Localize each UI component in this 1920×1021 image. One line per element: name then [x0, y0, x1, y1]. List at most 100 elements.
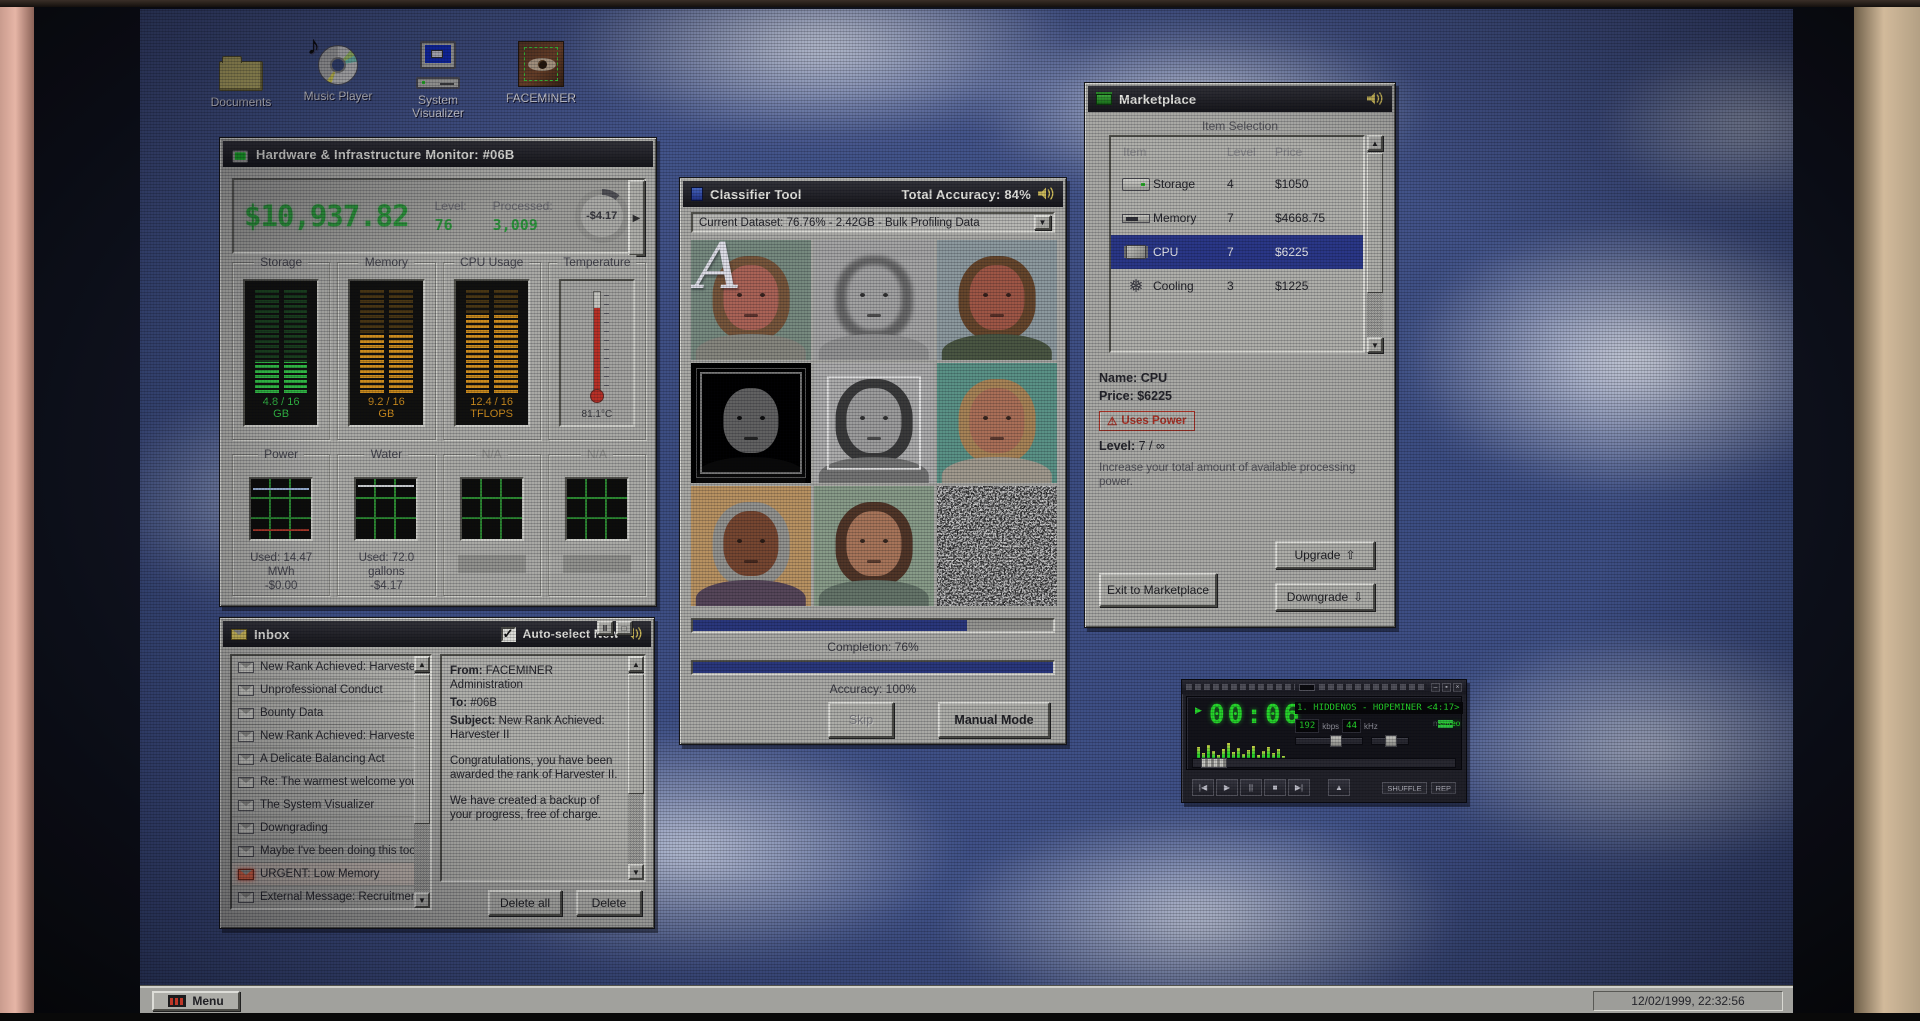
player-titlebar[interactable]: – ▪ ×	[1182, 680, 1466, 694]
freq-unit: kHz	[1364, 721, 1378, 731]
inbox-message-row[interactable]: Maybe I've been doing this too l...	[232, 840, 414, 863]
eject-button[interactable]: ▲	[1328, 779, 1350, 796]
inbox-titlebar[interactable]: Inbox ✓ Auto-select New	[223, 621, 651, 647]
minimize-button[interactable]: –	[1431, 682, 1440, 692]
finance-panel: $10,937.82 Level: 76 Processed: 3,009 -$…	[232, 178, 646, 256]
hardware-titlebar[interactable]: Hardware & Infrastructure Monitor: #06B	[223, 141, 653, 167]
from-label: From:	[450, 665, 483, 677]
scroll-up-button[interactable]: ▲	[628, 656, 644, 672]
header-level: Level	[1227, 145, 1256, 159]
inbox-message-row[interactable]: External Message: Recruitment	[232, 886, 414, 908]
inbox-message-row[interactable]: URGENT: Low Memory	[232, 863, 414, 886]
scroll-thumb[interactable]	[1367, 153, 1383, 293]
shade-button[interactable]: ▪	[1442, 682, 1451, 692]
dropdown-arrow-button[interactable]: ▼	[1034, 215, 1051, 230]
volume-thumb[interactable]	[1330, 735, 1342, 747]
face-cell[interactable]	[814, 486, 934, 606]
marketplace-item-row[interactable]: CPU 7 $6225	[1111, 235, 1363, 269]
desktop-icon-faceminer[interactable]: FACEMINER	[498, 35, 584, 105]
marketplace-item-row[interactable]: Storage 4 $1050	[1111, 167, 1363, 201]
scroll-up-button[interactable]: ▲	[414, 656, 430, 672]
inbox-message-row[interactable]: Downgrading	[232, 817, 414, 840]
face-cell[interactable]	[937, 240, 1057, 360]
upgrade-button[interactable]: Upgrade ⇧	[1275, 541, 1375, 569]
speaker-icon[interactable]	[1367, 92, 1384, 106]
volume-slider[interactable]	[1295, 735, 1363, 747]
marketplace-scrollbar[interactable]: ▲ ▼	[1367, 135, 1383, 353]
inbox-message-row[interactable]: Bounty Data	[232, 702, 414, 725]
scroll-thumb[interactable]	[414, 674, 430, 824]
inbox-message-row[interactable]: The System Visualizer	[232, 794, 414, 817]
face-cell[interactable]	[814, 363, 934, 483]
skip-button[interactable]: Skip	[828, 702, 894, 738]
desktop-icon-documents[interactable]: Documents	[198, 39, 284, 109]
item-level: 7	[1227, 245, 1234, 259]
transport-button[interactable]: ▶|	[1288, 779, 1310, 796]
scroll-down-button[interactable]: ▼	[414, 892, 430, 908]
transport-button[interactable]: ▶	[1216, 779, 1238, 796]
face-art	[867, 560, 881, 564]
downgrade-button[interactable]: Downgrade ⇩	[1275, 583, 1375, 611]
close-button[interactable]: ×	[1453, 682, 1462, 692]
face-cell[interactable]	[937, 363, 1057, 483]
shuffle-toggle[interactable]: SHUFFLE	[1382, 782, 1427, 794]
marketplace-titlebar[interactable]: Marketplace	[1088, 86, 1392, 112]
dataset-dropdown[interactable]: Current Dataset: 76.76% - 2.42GB - Bulk …	[691, 212, 1055, 233]
message-subject: Downgrading	[260, 822, 328, 834]
inbox-message-row[interactable]: A Delicate Balancing Act	[232, 748, 414, 771]
scroll-thumb[interactable]	[628, 674, 644, 794]
face-cell[interactable]	[814, 240, 934, 360]
scroll-down-button[interactable]: ▼	[1367, 337, 1383, 353]
na-plot	[564, 477, 629, 541]
marketplace-item-row[interactable]: Memory 7 $4668.75	[1111, 201, 1363, 235]
repeat-toggle[interactable]: REP	[1430, 782, 1456, 794]
marketplace-item-row[interactable]: ❅ Cooling 3 $1225	[1111, 269, 1363, 303]
popout-button[interactable]: □	[616, 621, 632, 635]
transport-button[interactable]: ■	[1264, 779, 1286, 796]
face-art	[859, 538, 865, 543]
expand-button[interactable]: ▶	[628, 180, 645, 256]
inbox-message-row[interactable]: Unprofessional Conduct	[232, 679, 414, 702]
autoselect-checkbox[interactable]: ✓	[500, 626, 516, 642]
scroll-down-button[interactable]: ▼	[628, 864, 644, 880]
manual-mode-button[interactable]: Manual Mode	[938, 702, 1050, 738]
pause-button[interactable]: II	[597, 621, 613, 635]
exit-marketplace-button[interactable]: Exit to Marketplace	[1099, 573, 1217, 607]
inbox-message-row[interactable]: New Rank Achieved: Harveste...	[232, 656, 414, 679]
face-cell[interactable]	[691, 363, 811, 483]
item-price: $1225	[1275, 279, 1309, 293]
message-subject: Unprofessional Conduct	[260, 684, 383, 696]
mail-icon	[238, 730, 254, 742]
classifier-window: Classifier Tool Total Accuracy: 84% Curr…	[679, 177, 1067, 745]
transport-button[interactable]: ||	[1240, 779, 1262, 796]
stereo-indicator: stereo	[1437, 719, 1461, 728]
speaker-icon[interactable]	[1038, 187, 1055, 201]
seek-thumb[interactable]	[1201, 758, 1227, 768]
face-cell[interactable]	[691, 486, 811, 606]
menu-button[interactable]: Menu	[152, 991, 240, 1011]
item-level: 3	[1227, 279, 1234, 293]
balance-slider[interactable]	[1371, 735, 1409, 747]
delete-all-button[interactable]: Delete all	[488, 890, 562, 916]
inbox-scrollbar[interactable]: ▲ ▼	[414, 656, 430, 908]
desktop-icon-music-player[interactable]: ♪ Music Player	[295, 30, 381, 103]
cloud	[940, 809, 1460, 1013]
email-scrollbar[interactable]: ▲ ▼	[628, 656, 644, 880]
message-subject: Bounty Data	[260, 707, 324, 719]
desktop-icon-system-visualizer[interactable]: System Visualizer	[395, 37, 481, 120]
classifier-titlebar[interactable]: Classifier Tool Total Accuracy: 84%	[683, 181, 1063, 207]
delete-button[interactable]: Delete	[576, 890, 642, 916]
transport-button[interactable]: |◀	[1192, 779, 1214, 796]
face-art	[859, 415, 865, 420]
face-cell[interactable]	[937, 486, 1057, 606]
desktop: Documents ♪ Music Player System Visualiz…	[140, 9, 1793, 1013]
mail-icon	[238, 776, 254, 788]
balance-thumb[interactable]	[1385, 735, 1397, 747]
scroll-up-button[interactable]: ▲	[1367, 135, 1383, 151]
inbox-message-row[interactable]: New Rank Achieved: Harvester I	[232, 725, 414, 748]
inbox-message-row[interactable]: Re: The warmest welcome you'r...	[232, 771, 414, 794]
seek-bar[interactable]	[1192, 758, 1456, 768]
item-price: $4668.75	[1275, 211, 1326, 225]
face-art	[859, 292, 865, 297]
face-cell[interactable]: A	[691, 240, 811, 360]
